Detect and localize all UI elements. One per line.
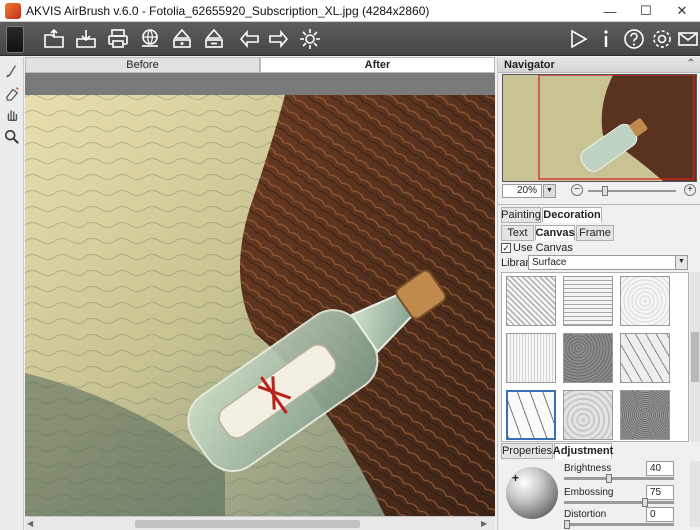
texture-thumbnail[interactable] [620, 276, 670, 326]
zoom-value[interactable]: 20% [502, 184, 542, 198]
divider [498, 204, 700, 205]
plugin-icon[interactable] [200, 25, 228, 53]
tab-decoration[interactable]: Decoration [542, 207, 602, 223]
contact-icon[interactable] [674, 25, 700, 53]
zoom-slider-thumb[interactable] [602, 186, 608, 196]
texture-thumbnail[interactable] [506, 276, 556, 326]
brightness-value[interactable]: 40 [646, 461, 674, 476]
view-tabs: Before After [25, 57, 495, 73]
tab-adjustment[interactable]: Adjustment [553, 443, 613, 459]
distortion-value[interactable]: 0 [646, 507, 674, 522]
texture-thumbnail[interactable] [506, 333, 556, 383]
navigator-title: Navigator [504, 59, 555, 71]
tool-strip [0, 57, 24, 530]
library-dropdown-icon[interactable]: ▼ [675, 256, 687, 269]
embossing-slider-thumb[interactable] [642, 498, 648, 507]
brightness-slider-thumb[interactable] [605, 474, 612, 483]
tab-canvas[interactable]: Canvas [535, 225, 575, 241]
window-title: AKVIS AirBrush v.6.0 - Fotolia_62655920_… [26, 4, 430, 18]
tab-text[interactable]: Text [501, 225, 534, 241]
texture-thumbnail[interactable] [563, 276, 613, 326]
distortion-label: Distortion [564, 509, 607, 520]
minimize-button[interactable]: — [592, 0, 628, 22]
texture-scrollbar[interactable] [690, 272, 700, 442]
light-position-icon: + [512, 471, 520, 485]
scroll-thumb[interactable] [135, 520, 360, 528]
use-canvas-label: Use Canvas [513, 242, 573, 254]
texture-thumbnail[interactable] [563, 333, 613, 383]
redo-arrow-icon[interactable] [264, 25, 292, 53]
embossing-label: Embossing [564, 487, 614, 498]
run-icon[interactable] [564, 25, 592, 53]
texture-thumbnail[interactable] [563, 390, 613, 440]
navigator-header: Navigator ⌃ [498, 57, 700, 73]
embossing-value[interactable]: 75 [646, 485, 674, 500]
save-icon[interactable] [72, 25, 100, 53]
help-icon[interactable] [620, 25, 648, 53]
share-icon[interactable] [136, 25, 164, 53]
main-toolbar [0, 22, 700, 56]
zoom-out-button[interactable]: − [571, 184, 583, 196]
print-icon[interactable] [104, 25, 132, 53]
right-panel: Navigator ⌃ 20% ▼ − + Painting Decoratio… [497, 57, 700, 530]
tab-before[interactable]: Before [25, 57, 260, 73]
navigator-preview[interactable] [502, 74, 697, 182]
airbrush-logo-icon [6, 26, 24, 53]
collapse-icon[interactable]: ⌃ [687, 58, 695, 69]
distortion-slider-thumb[interactable] [564, 520, 570, 529]
scroll-right-arrow-icon[interactable]: ▶ [481, 519, 491, 529]
texture-thumbnail[interactable] [506, 390, 556, 440]
scroll-left-arrow-icon[interactable]: ◀ [27, 519, 37, 529]
image-canvas[interactable] [25, 73, 495, 516]
texture-grid[interactable] [501, 272, 689, 442]
title-bar: AKVIS AirBrush v.6.0 - Fotolia_62655920_… [0, 0, 700, 22]
close-button[interactable]: ✕ [664, 0, 700, 22]
tab-after[interactable]: After [260, 57, 495, 73]
eraser-tool-icon[interactable] [3, 84, 21, 102]
distortion-slider-track[interactable] [564, 523, 674, 526]
tab-painting[interactable]: Painting [501, 207, 541, 223]
brightness-label: Brightness [564, 463, 612, 474]
horizontal-scrollbar[interactable]: ◀ ▶ [25, 516, 495, 530]
adjustment-scrollbar[interactable] [690, 461, 700, 527]
preferences-icon[interactable] [648, 25, 676, 53]
texture-thumbnail[interactable] [620, 333, 670, 383]
zoom-in-button[interactable]: + [684, 184, 696, 196]
app-icon [5, 3, 21, 19]
library-select[interactable]: Surface [528, 255, 688, 270]
zoom-dropdown-icon[interactable]: ▼ [543, 184, 556, 198]
info-icon[interactable] [592, 25, 620, 53]
undo-arrow-icon[interactable] [236, 25, 264, 53]
tab-frame[interactable]: Frame [576, 225, 614, 241]
brightness-slider-track[interactable] [564, 477, 674, 480]
open-icon[interactable] [40, 25, 68, 53]
tab-properties[interactable]: Properties [501, 443, 553, 459]
embossing-slider-track[interactable] [564, 501, 674, 504]
painted-image [25, 73, 495, 516]
use-canvas-checkbox[interactable]: ✓ [501, 243, 511, 253]
maximize-button[interactable]: ☐ [628, 0, 664, 22]
hand-tool-icon[interactable] [3, 106, 21, 124]
zoom-tool-icon[interactable] [3, 128, 21, 146]
texture-scroll-thumb[interactable] [691, 332, 699, 382]
batch-icon[interactable] [168, 25, 196, 53]
brush-tool-icon[interactable] [3, 62, 21, 80]
settings-gear-icon[interactable] [296, 25, 324, 53]
navigator-thumbnail [503, 74, 696, 181]
texture-thumbnail[interactable] [620, 390, 670, 440]
